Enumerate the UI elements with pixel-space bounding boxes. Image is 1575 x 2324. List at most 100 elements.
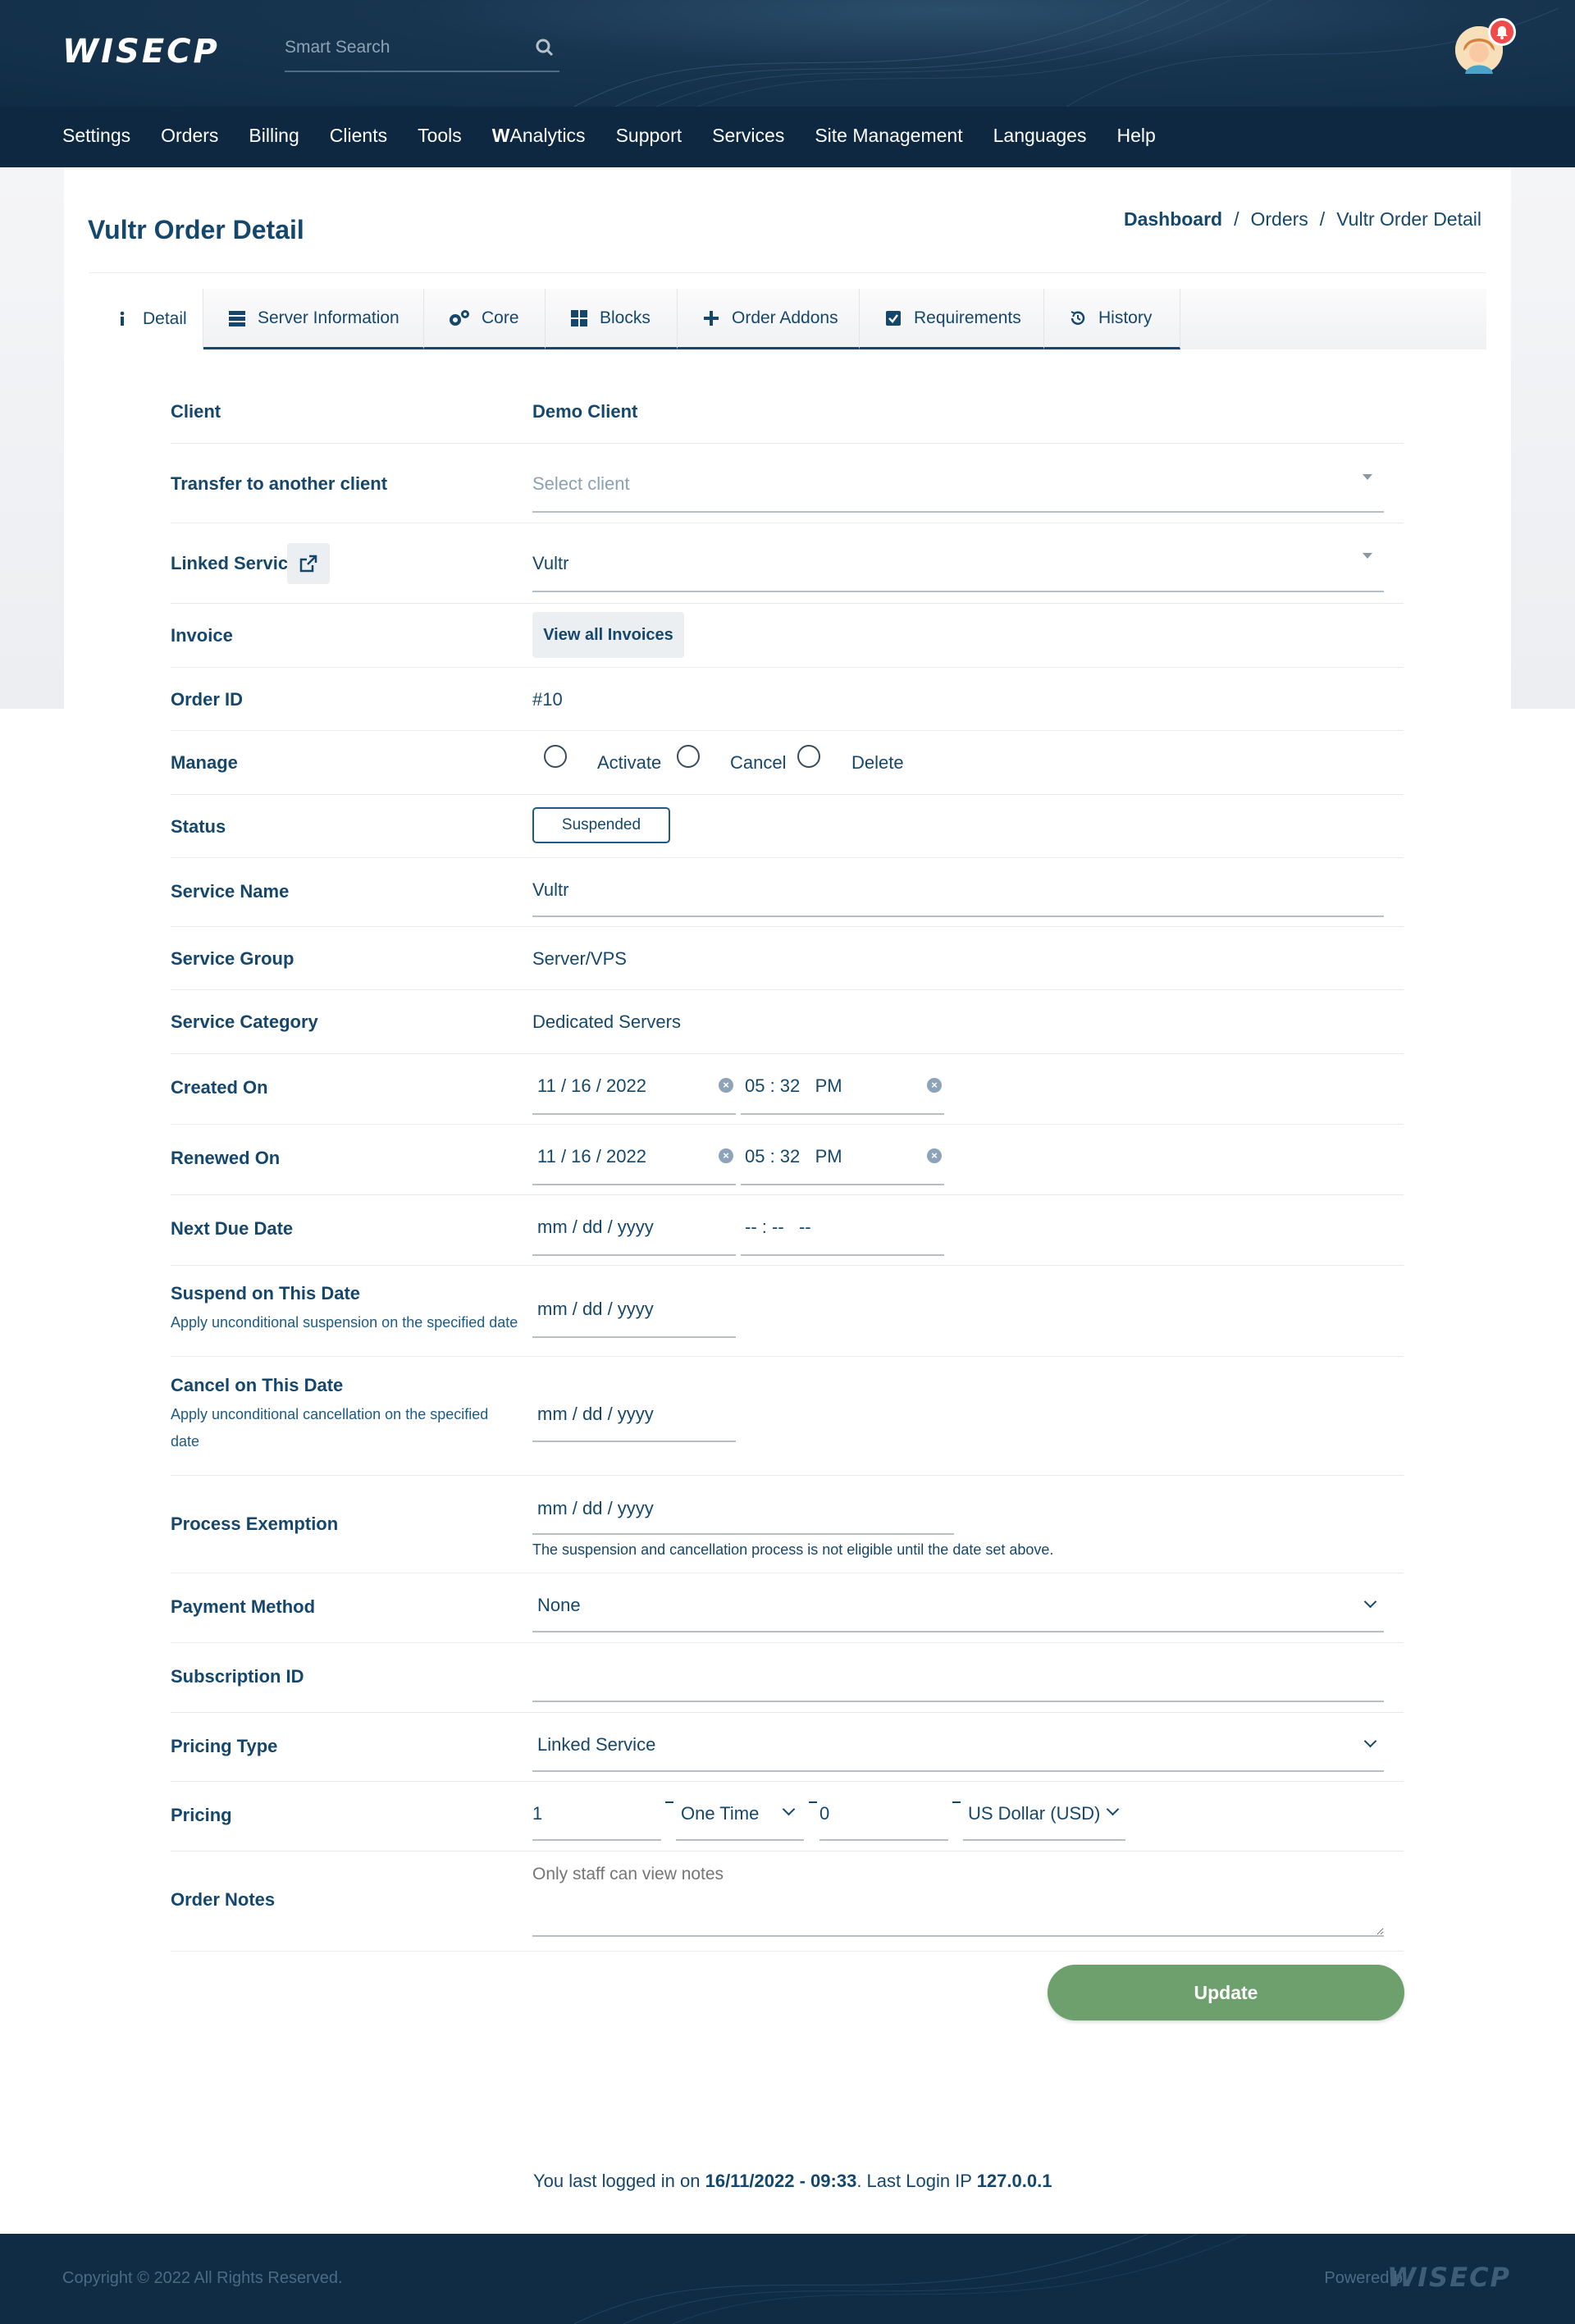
form-row-linked-service: Linked Service Vultr — [171, 523, 1404, 604]
form-row-order-id: Order ID #10 — [171, 668, 1404, 731]
suspend-date-input[interactable]: mm / dd / yyyy — [537, 1299, 654, 1320]
clear-time-icon[interactable]: × — [927, 1078, 942, 1093]
title-divider — [89, 272, 1486, 273]
tab-history[interactable]: History — [1044, 289, 1180, 349]
tab-blocks[interactable]: Blocks — [546, 289, 678, 349]
chevron-down-icon[interactable] — [782, 1802, 796, 1816]
breadcrumb-current: Vultr Order Detail — [1336, 208, 1481, 230]
field-underline — [532, 915, 1384, 917]
form-row-subscription-id: Subscription ID — [171, 1643, 1404, 1713]
order-notes-textarea[interactable] — [532, 1865, 1384, 1937]
client-value[interactable]: Demo Client — [532, 401, 637, 422]
server-icon — [229, 310, 245, 326]
nav-services[interactable]: Services — [712, 107, 784, 167]
clear-date-icon[interactable]: × — [719, 1078, 733, 1093]
cancel-radio[interactable] — [677, 745, 700, 768]
chevron-down-icon[interactable] — [1363, 1734, 1377, 1748]
tab-order-addons[interactable]: Order Addons — [678, 289, 860, 349]
footer-wisecp-logo[interactable]: WISECP — [1387, 2262, 1511, 2293]
notification-bell-icon[interactable] — [1488, 18, 1516, 46]
update-button[interactable]: Update — [1048, 1965, 1404, 2020]
form-row-status: Status Suspended — [171, 795, 1404, 858]
view-all-invoices-button[interactable]: View all Invoices — [532, 612, 684, 658]
field-underline — [532, 1441, 736, 1442]
delete-label[interactable]: Delete — [851, 752, 904, 774]
pricing-setup-input[interactable]: 0 — [819, 1803, 829, 1824]
search-icon[interactable] — [535, 38, 555, 57]
manage-label: Manage — [171, 752, 238, 773]
chevron-down-icon[interactable] — [1363, 1595, 1377, 1609]
pricing-amount-input[interactable]: 1 — [532, 1803, 542, 1824]
dash-separator — [665, 1801, 673, 1803]
nav-help[interactable]: Help — [1116, 107, 1155, 167]
pricing-period-select[interactable]: One Time — [681, 1803, 759, 1824]
invoice-label: Invoice — [171, 625, 233, 646]
form-row-order-notes: Order Notes — [171, 1851, 1404, 1952]
last-login-info: You last logged in on 16/11/2022 - 09:33… — [533, 2171, 1052, 2192]
nav-languages[interactable]: Languages — [993, 107, 1087, 167]
caret-down-icon[interactable] — [1363, 474, 1372, 480]
nav-support[interactable]: Support — [616, 107, 682, 167]
tab-label: Server Information — [258, 308, 399, 327]
activate-label[interactable]: Activate — [597, 752, 661, 774]
linked-service-dropdown[interactable]: Vultr — [532, 553, 568, 574]
tab-detail[interactable]: Detail — [89, 289, 203, 349]
nav-site-management[interactable]: Site Management — [815, 107, 962, 167]
search-input[interactable] — [285, 31, 523, 64]
payment-method-select[interactable]: None — [537, 1595, 581, 1616]
nav-clients[interactable]: Clients — [330, 107, 387, 167]
tab-core[interactable]: Core — [424, 289, 546, 349]
form-row-invoice: Invoice View all Invoices — [171, 604, 1404, 668]
breadcrumb-orders[interactable]: Orders — [1251, 208, 1308, 231]
page-title: Vultr Order Detail — [88, 215, 304, 244]
external-link-button[interactable] — [287, 543, 330, 584]
delete-radio[interactable] — [797, 745, 820, 768]
nav-settings[interactable]: Settings — [62, 107, 130, 167]
breadcrumb-dashboard[interactable]: Dashboard — [1124, 208, 1222, 231]
currency-select[interactable]: US Dollar (USD) — [968, 1803, 1100, 1824]
dash-separator — [952, 1801, 961, 1803]
created-time-input[interactable]: 05 : 32 PM — [745, 1075, 842, 1097]
select-client-dropdown[interactable]: Select client — [532, 473, 630, 495]
form-row-pricing: Pricing 1 One Time 0 US Dollar (USD) — [171, 1782, 1404, 1851]
renewed-time-input[interactable]: 05 : 32 PM — [745, 1146, 842, 1167]
nav-billing[interactable]: Billing — [249, 107, 299, 167]
info-icon — [120, 311, 125, 326]
avatar[interactable] — [1455, 18, 1516, 74]
nav-tools[interactable]: Tools — [418, 107, 462, 167]
wisecp-logo[interactable]: WISECP — [62, 33, 220, 71]
pricing-type-select[interactable]: Linked Service — [537, 1734, 655, 1756]
top-header: WISECP — [0, 0, 1575, 107]
form-row-service-group: Service Group Server/VPS — [171, 927, 1404, 990]
caret-down-icon[interactable] — [1363, 553, 1372, 559]
tab-requirements[interactable]: Requirements — [860, 289, 1044, 349]
service-category-value: Dedicated Servers — [532, 1011, 681, 1032]
form-row-cancel-date: Cancel on This Date Apply unconditional … — [171, 1357, 1404, 1476]
service-name-input[interactable]: Vultr — [532, 879, 568, 901]
cancel-label[interactable]: Cancel — [730, 752, 786, 774]
field-underline — [532, 591, 1384, 592]
field-underline — [532, 1631, 1384, 1632]
status-badge[interactable]: Suspended — [532, 807, 670, 843]
field-underline — [741, 1184, 944, 1185]
tab-server-information[interactable]: Server Information — [203, 289, 424, 349]
chevron-down-icon[interactable] — [1106, 1802, 1120, 1816]
exemption-note: The suspension and cancellation process … — [532, 1541, 1054, 1558]
transfer-label: Transfer to another client — [171, 473, 388, 494]
activate-radio[interactable] — [544, 745, 567, 768]
dash-separator — [809, 1801, 817, 1803]
cancel-date-label: Cancel on This Date — [171, 1375, 344, 1395]
service-category-label: Service Category — [171, 1011, 318, 1032]
exemption-label: Process Exemption — [171, 1514, 339, 1534]
nav-wanalytics[interactable]: WAnalytics — [492, 107, 586, 167]
next-due-time-input[interactable]: -- : -- -- — [745, 1217, 811, 1238]
exemption-date-input[interactable]: mm / dd / yyyy — [537, 1498, 654, 1519]
nav-orders[interactable]: Orders — [161, 107, 218, 167]
cancel-date-input[interactable]: mm / dd / yyyy — [537, 1404, 654, 1425]
clear-date-icon[interactable]: × — [719, 1148, 733, 1163]
renewed-date-input[interactable]: 11 / 16 / 2022 — [537, 1146, 646, 1167]
created-date-input[interactable]: 11 / 16 / 2022 — [537, 1075, 646, 1097]
clear-time-icon[interactable]: × — [927, 1148, 942, 1163]
form-row-next-due-date: Next Due Date mm / dd / yyyy -- : -- -- — [171, 1195, 1404, 1266]
next-due-date-input[interactable]: mm / dd / yyyy — [537, 1217, 654, 1238]
